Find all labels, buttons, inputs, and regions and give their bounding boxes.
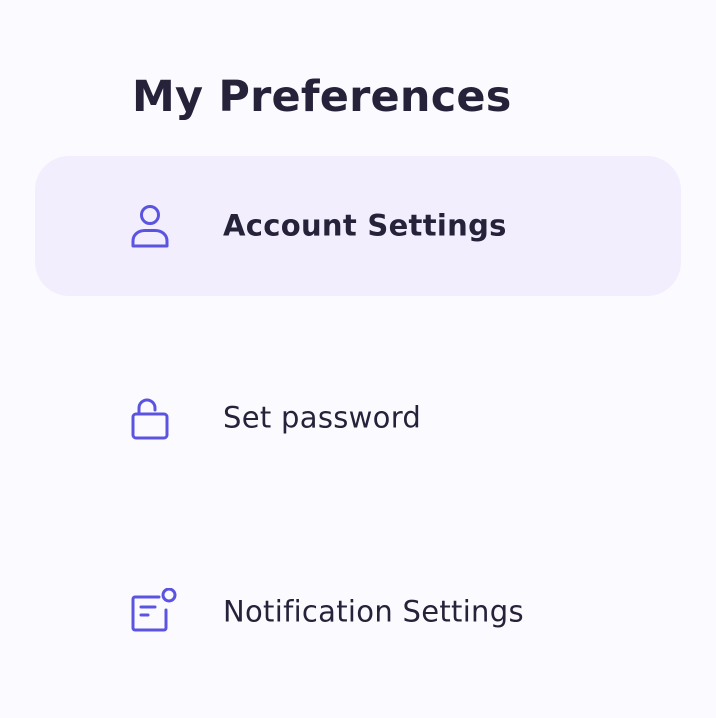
page-title: My Preferences xyxy=(132,71,512,122)
menu-item-account-settings[interactable]: Account Settings xyxy=(35,156,681,296)
menu-item-label: Set password xyxy=(223,400,422,435)
menu-item-set-password[interactable]: Set password xyxy=(35,348,681,488)
notification-icon xyxy=(131,588,177,632)
menu-item-label: Notification Settings xyxy=(223,594,524,629)
preferences-page: My Preferences Account Settings Set pass… xyxy=(0,0,716,718)
unlock-icon xyxy=(131,398,169,440)
menu-item-notification-settings[interactable]: Notification Settings xyxy=(35,542,681,682)
menu-item-label: Account Settings xyxy=(223,208,507,243)
user-icon xyxy=(131,205,169,248)
